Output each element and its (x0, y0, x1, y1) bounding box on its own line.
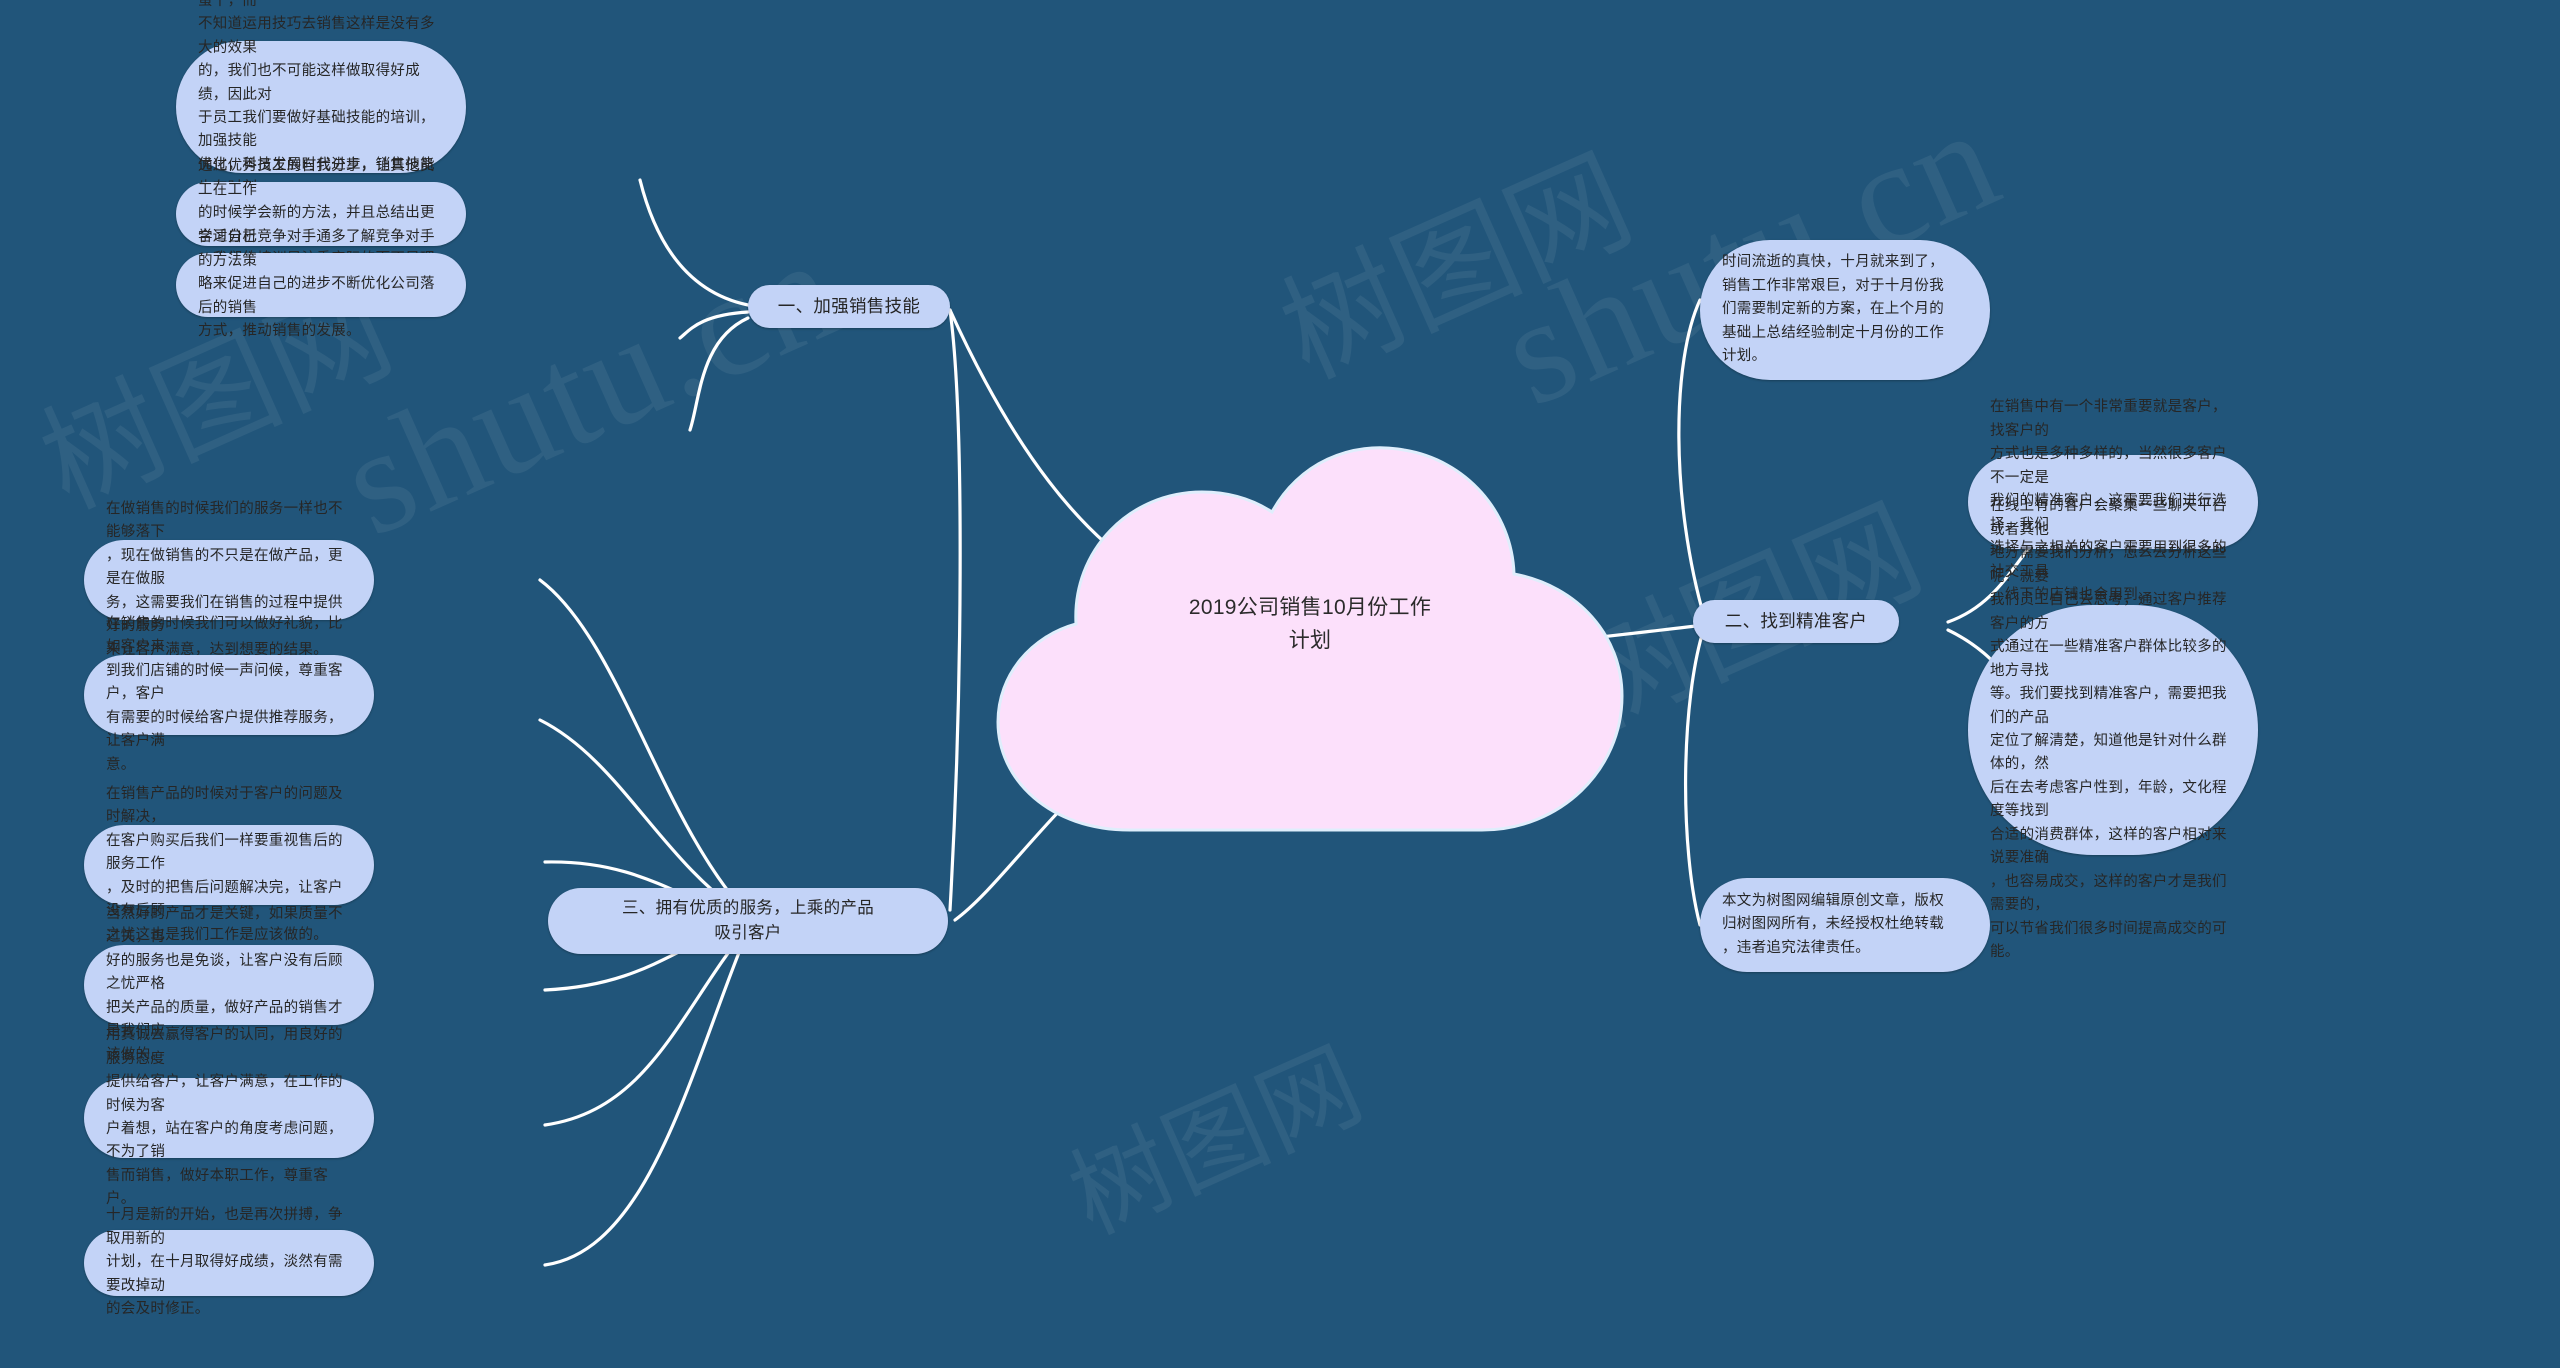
leaf-node-b2c5[interactable]: 用真诚去赢得客户的认同，用良好的服务态度 提供给客户，让客户满意，在工作的时候为… (84, 1027, 374, 1207)
copyright-note[interactable]: 本文为树图网编辑原创文章，版权 归树图网所有，未经授权杜绝转载 ，违者追究法律责… (1700, 878, 1990, 972)
leaf-node-b2c1[interactable]: 在做销售的时候我们的服务一样也不能够落下 ，现在做销售的不只是在做产品，更是在做… (84, 501, 374, 658)
leaf-node-b3c2[interactable]: 在线上有的客户会聚集一些聊天平台或者其他 地方需要我们分析，怎么去分析这些呢？就… (1968, 498, 2258, 960)
leaf-node-b2c3[interactable]: 在销售产品的时候对于客户的问题及时解决， 在客户购买后我们一样要重视售后的服务工… (84, 786, 374, 943)
branch-node-3[interactable]: 二、找到精准客户 (1693, 600, 1899, 643)
leaf-node-b2c6[interactable]: 十月是新的开始，也是再次拼搏，争取用新的 计划，在十月取得好成绩，淡然有需要改掉… (84, 1207, 374, 1317)
branch-node-1[interactable]: 一、加强销售技能 (748, 285, 950, 328)
leaf-node-b2c2[interactable]: 在销售的时候我们可以做好礼貌，比如客户来 到我们店铺的时候一声问候，尊重客户，客… (84, 616, 374, 773)
intro-note[interactable]: 时间流逝的真快，十月就来到了， 销售工作非常艰巨，对于十月份我 们需要制定新的方… (1700, 240, 1990, 380)
leaf-node-b1c3[interactable]: 学习分析竞争对手通多了解竞争对手的方法策 略来促进自己的进步不断优化公司落后的销… (176, 229, 466, 339)
leaf-node-b2c4[interactable]: 当然好的产品才是关键，如果质量不过关，再 好的服务也是免谈，让客户没有后顾之忧严… (84, 906, 374, 1063)
leaf-node-b1c1[interactable]: 磨刀不误砍柴功，在我们做销售的时候销售技 巧，技能是非常关键的，如果只知道蛮干，… (176, 0, 466, 290)
branch-node-2[interactable]: 三、拥有优质的服务，上乘的产品 吸引客户 (548, 888, 948, 954)
watermark-4: 树图网 (1262, 129, 1654, 406)
mindmap-canvas: shutu.cn shutu.cn 树图网 树图网 树图网 树图网 (0, 0, 2560, 1368)
watermark-6: 树图网 (1053, 1025, 1381, 1257)
center-topic[interactable]: 2019公司销售10月份工作 计划 (1030, 575, 1590, 675)
